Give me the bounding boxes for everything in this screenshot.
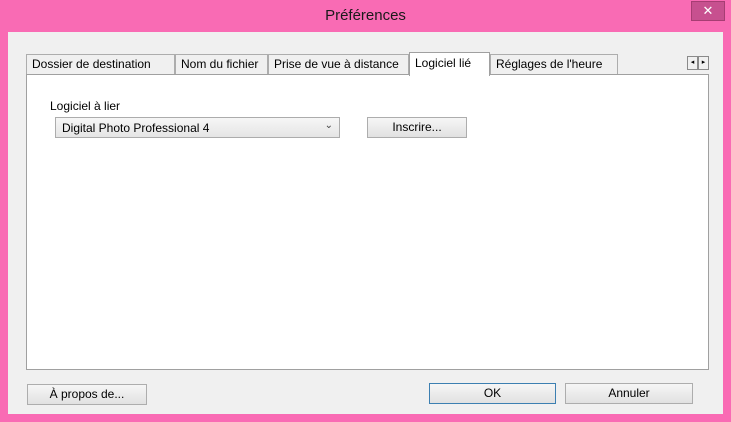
tab-nom-du-fichier[interactable]: Nom du fichier (175, 54, 268, 75)
arrow-left-icon: ◂ (690, 59, 695, 66)
tab-scroll-left-button[interactable]: ◂ (687, 56, 698, 70)
tab-panel-logiciel-lie: Logiciel à lier Digital Photo Profession… (26, 74, 709, 370)
close-button[interactable]: ✕ (691, 1, 725, 21)
chevron-down-icon: ⌄ (324, 120, 333, 131)
tab-dossier-de-destination[interactable]: Dossier de destination (26, 54, 175, 75)
tab-reglages-de-l-heure[interactable]: Réglages de l'heure (490, 54, 618, 75)
linked-software-label: Logiciel à lier (50, 99, 121, 113)
about-button[interactable]: À propos de... (27, 384, 147, 405)
ok-button[interactable]: OK (429, 383, 556, 404)
tab-scroll-right-button[interactable]: ▸ (698, 56, 709, 70)
register-button[interactable]: Inscrire... (367, 117, 467, 138)
linked-software-selected-value: Digital Photo Professional 4 (62, 121, 210, 135)
linked-software-select[interactable]: Digital Photo Professional 4 ⌄ (55, 117, 340, 138)
arrow-right-icon: ▸ (701, 59, 706, 66)
cancel-button[interactable]: Annuler (565, 383, 693, 404)
preferences-window: Préférences ✕ Dossier de destination Nom… (0, 0, 731, 422)
tab-logiciel-lie[interactable]: Logiciel lié (409, 52, 490, 76)
dialog-client-area: Dossier de destination Nom du fichier Pr… (8, 32, 723, 414)
close-icon: ✕ (702, 3, 714, 18)
window-title: Préférences (325, 7, 406, 24)
title-bar[interactable]: Préférences ✕ (0, 0, 731, 32)
tab-prise-de-vue-a-distance[interactable]: Prise de vue à distance (268, 54, 409, 75)
